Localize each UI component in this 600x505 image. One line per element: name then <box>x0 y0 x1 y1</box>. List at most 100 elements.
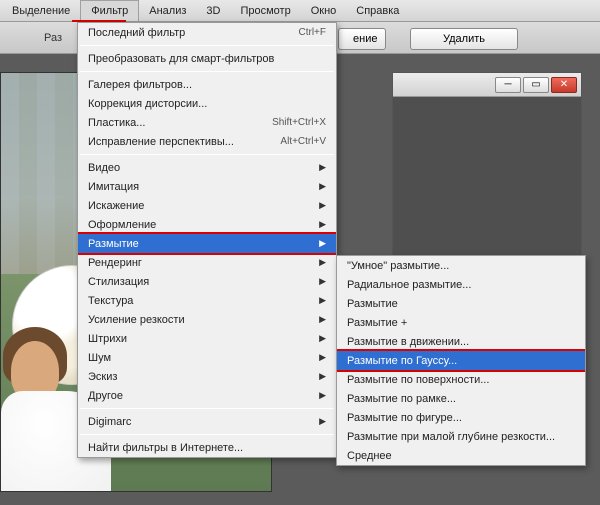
maximize-button[interactable]: ▭ <box>523 77 549 93</box>
menu-digimarc[interactable]: Digimarc ▶ <box>78 412 336 431</box>
submenu-arrow-icon: ▶ <box>319 295 326 306</box>
label: Рендеринг <box>88 257 142 269</box>
panel-titlebar[interactable]: ─ ▭ ✕ <box>393 73 581 97</box>
menu-browse-filters[interactable]: Найти фильтры в Интернете... <box>78 438 336 457</box>
menu-distort[interactable]: Искажение ▶ <box>78 196 336 215</box>
label: Эскиз <box>88 371 117 383</box>
menu-filter[interactable]: Фильтр <box>80 0 139 21</box>
menu-vanishing-point[interactable]: Исправление перспективы... Alt+Ctrl+V <box>78 132 336 151</box>
menu-video[interactable]: Видео ▶ <box>78 158 336 177</box>
blur-shape[interactable]: Размытие по фигуре... <box>337 408 585 427</box>
label: Исправление перспективы... <box>88 136 234 148</box>
submenu-arrow-icon: ▶ <box>319 238 326 249</box>
menu-sharpen[interactable]: Усиление резкости ▶ <box>78 310 336 329</box>
submenu-arrow-icon: ▶ <box>319 181 326 192</box>
menu-other[interactable]: Другое ▶ <box>78 386 336 405</box>
label: Штрихи <box>88 333 127 345</box>
shortcut: Ctrl+F <box>299 27 327 38</box>
toolbar-label: Раз <box>44 32 62 44</box>
menu-window[interactable]: Окно <box>301 0 347 21</box>
label: Имитация <box>88 181 139 193</box>
label: Другое <box>88 390 123 402</box>
label: Размытие <box>88 238 139 250</box>
submenu-arrow-icon: ▶ <box>319 314 326 325</box>
label: "Умное" размытие... <box>347 260 449 272</box>
separator <box>80 154 334 155</box>
blur-gaussian[interactable]: Размытие по Гауссу... <box>337 351 585 370</box>
minimize-button[interactable]: ─ <box>495 77 521 93</box>
label: Текстура <box>88 295 133 307</box>
submenu-arrow-icon: ▶ <box>319 276 326 287</box>
menu-view[interactable]: Просмотр <box>230 0 300 21</box>
menu-analysis[interactable]: Анализ <box>139 0 196 21</box>
label: Шум <box>88 352 111 364</box>
label: Усиление резкости <box>88 314 185 326</box>
blur-basic[interactable]: Размытие <box>337 294 585 313</box>
menubar: Выделение Фильтр Анализ 3D Просмотр Окно… <box>0 0 600 22</box>
label: Галерея фильтров... <box>88 79 192 91</box>
menu-last-filter[interactable]: Последний фильтр Ctrl+F <box>78 23 336 42</box>
blur-box[interactable]: Размытие по рамке... <box>337 389 585 408</box>
label: Радиальное размытие... <box>347 279 471 291</box>
separator <box>80 45 334 46</box>
label: Среднее <box>347 450 392 462</box>
menu-noise[interactable]: Шум ▶ <box>78 348 336 367</box>
label: Последний фильтр <box>88 27 185 39</box>
submenu-arrow-icon: ▶ <box>319 200 326 211</box>
label: Размытие <box>347 298 398 310</box>
blur-more[interactable]: Размытие + <box>337 313 585 332</box>
shortcut: Shift+Ctrl+X <box>272 117 326 128</box>
menu-render[interactable]: Рендеринг▶ <box>78 253 336 272</box>
blur-motion[interactable]: Размытие в движении... <box>337 332 585 351</box>
menu-texture[interactable]: Текстура ▶ <box>78 291 336 310</box>
menu-filter-gallery[interactable]: Галерея фильтров... <box>78 75 336 94</box>
label: Найти фильтры в Интернете... <box>88 442 243 454</box>
submenu-arrow-icon: ▶ <box>319 390 326 401</box>
label: Размытие по фигуре... <box>347 412 462 424</box>
menu-liquify[interactable]: Пластика... Shift+Ctrl+X <box>78 113 336 132</box>
shortcut: Alt+Ctrl+V <box>280 136 326 147</box>
blur-smart[interactable]: "Умное" размытие... <box>337 256 585 275</box>
menu-sketch[interactable]: Эскиз▶ <box>78 367 336 386</box>
delete-button[interactable]: Удалить <box>410 28 518 50</box>
blur-submenu: "Умное" размытие... Радиальное размытие.… <box>336 255 586 466</box>
menu-3d[interactable]: 3D <box>196 0 230 21</box>
filter-dropdown: Последний фильтр Ctrl+F Преобразовать дл… <box>77 22 337 458</box>
blur-surface[interactable]: Размытие по поверхности... <box>337 370 585 389</box>
label: Размытие по рамке... <box>347 393 456 405</box>
menu-help[interactable]: Справка <box>346 0 409 21</box>
label: Видео <box>88 162 120 174</box>
separator <box>80 434 334 435</box>
label: Размытие по Гауссу... <box>347 355 457 367</box>
menu-artistic[interactable]: Имитация ▶ <box>78 177 336 196</box>
menu-blur[interactable]: Размытие ▶ <box>78 234 336 253</box>
blur-lens[interactable]: Размытие при малой глубине резкости... <box>337 427 585 446</box>
label: Digimarc <box>88 416 131 428</box>
submenu-arrow-icon: ▶ <box>319 162 326 173</box>
label: Преобразовать для смарт-фильтров <box>88 53 274 65</box>
separator <box>80 71 334 72</box>
submenu-arrow-icon: ▶ <box>319 416 326 427</box>
blur-average[interactable]: Среднее <box>337 446 585 465</box>
maximize-icon: ▭ <box>531 79 540 90</box>
menu-pixelate[interactable]: Оформление▶ <box>78 215 336 234</box>
label: Размытие + <box>347 317 407 329</box>
menu-brush-strokes[interactable]: Штрихи▶ <box>78 329 336 348</box>
menu-stylize[interactable]: Стилизация ▶ <box>78 272 336 291</box>
label: Размытие по поверхности... <box>347 374 489 386</box>
toolbar-button-fragment[interactable]: ение <box>338 28 386 50</box>
label: Оформление <box>88 219 156 231</box>
separator <box>80 408 334 409</box>
close-button[interactable]: ✕ <box>551 77 577 93</box>
label: Размытие в движении... <box>347 336 469 348</box>
label: Стилизация <box>88 276 149 288</box>
minimize-icon: ─ <box>504 79 511 90</box>
label: Пластика... <box>88 117 145 129</box>
label: Искажение <box>88 200 144 212</box>
menu-convert-smart[interactable]: Преобразовать для смарт-фильтров <box>78 49 336 68</box>
blur-radial[interactable]: Радиальное размытие... <box>337 275 585 294</box>
submenu-arrow-icon: ▶ <box>319 352 326 363</box>
close-icon: ✕ <box>560 79 568 90</box>
menu-select[interactable]: Выделение <box>2 0 80 21</box>
menu-lens-correction[interactable]: Коррекция дисторсии... <box>78 94 336 113</box>
